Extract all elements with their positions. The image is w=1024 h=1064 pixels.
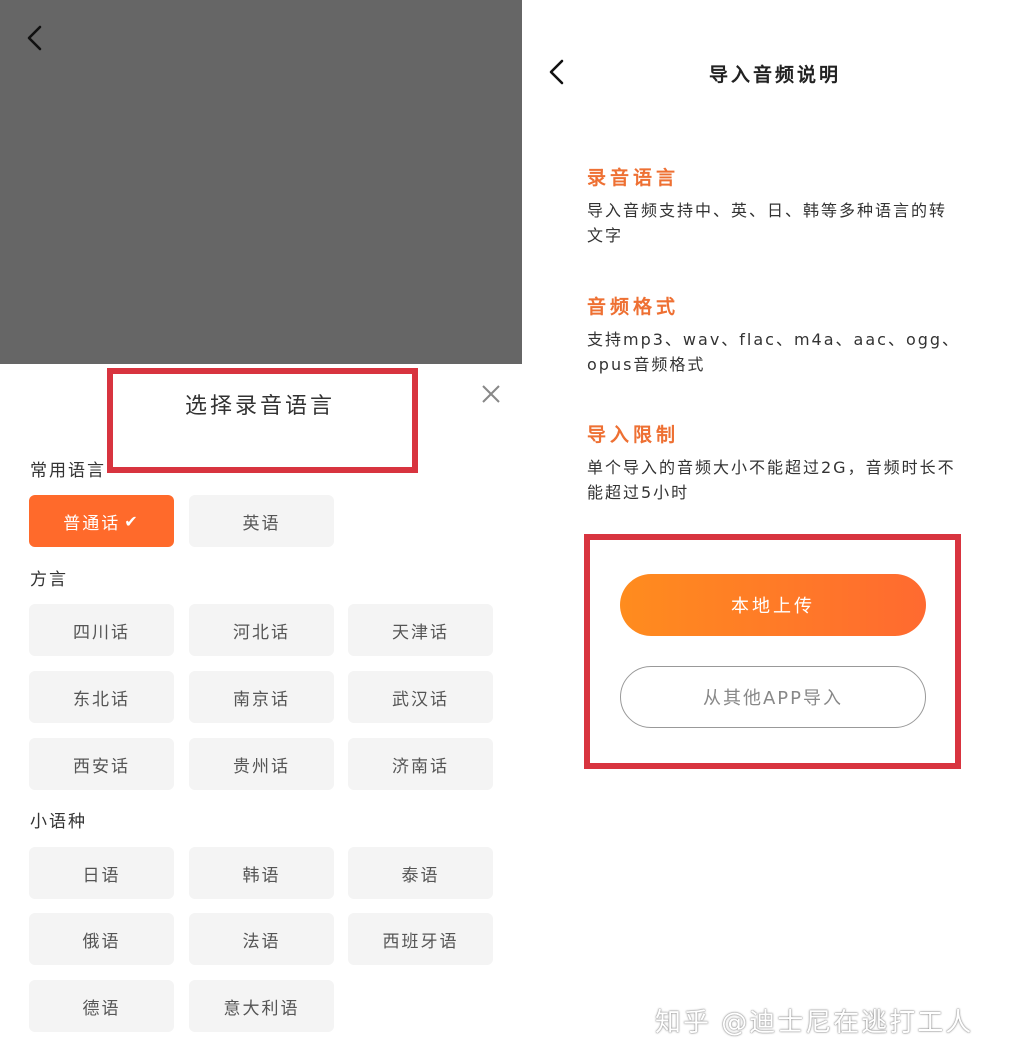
chip-label: 南京话 [233, 689, 290, 710]
chip-xian[interactable]: 西安话 [29, 738, 174, 790]
chip-label: 武汉话 [392, 689, 449, 710]
chip-label: 四川话 [73, 622, 130, 643]
chip-french[interactable]: 法语 [189, 913, 334, 965]
chip-label: 意大利语 [223, 998, 300, 1019]
chip-russian[interactable]: 俄语 [29, 913, 174, 965]
chip-label: 韩语 [242, 865, 281, 886]
chip-dongbei[interactable]: 东北话 [29, 671, 174, 723]
chip-mandarin[interactable]: 普通话 ✔ [29, 495, 174, 547]
highlight-box-buttons [584, 534, 961, 769]
watermark: 知乎 @迪士尼在逃打工人 [655, 1008, 974, 1038]
chip-japanese[interactable]: 日语 [29, 847, 174, 899]
chip-label: 贵州话 [233, 756, 290, 777]
text-recording-language: 导入音频支持中、英、日、韩等多种语言的转文字 [587, 201, 948, 245]
chip-label: 河北话 [233, 622, 290, 643]
chip-german[interactable]: 德语 [29, 980, 174, 1032]
chip-label: 俄语 [82, 931, 121, 952]
checkmark-icon: ✔ [124, 511, 140, 531]
import-audio-info-screen [522, 0, 1024, 1064]
chip-hebei[interactable]: 河北话 [189, 604, 334, 656]
chip-english[interactable]: 英语 [189, 495, 334, 547]
chip-thai[interactable]: 泰语 [348, 847, 493, 899]
chip-guizhou[interactable]: 贵州话 [189, 738, 334, 790]
close-icon[interactable] [480, 383, 502, 405]
section-label-minor: 小语种 [30, 812, 87, 832]
chip-label: 普通话 [63, 513, 121, 534]
heading-import-limit: 导入限制 [587, 424, 680, 446]
chevron-left-icon[interactable] [546, 58, 568, 86]
section-label-common: 常用语言 [30, 461, 106, 481]
chip-label: 济南话 [392, 756, 449, 777]
page-title: 导入音频说明 [708, 64, 841, 86]
chip-spanish[interactable]: 西班牙语 [348, 913, 493, 965]
chip-wuhan[interactable]: 武汉话 [348, 671, 493, 723]
chip-label: 西安话 [73, 756, 130, 777]
chip-korean[interactable]: 韩语 [189, 847, 334, 899]
chip-label: 西班牙语 [382, 931, 459, 952]
heading-audio-format: 音频格式 [587, 296, 680, 318]
highlight-box-title [107, 368, 418, 473]
dimmed-overlay[interactable] [0, 0, 522, 364]
heading-recording-language: 录音语言 [587, 167, 680, 189]
chip-label: 东北话 [73, 689, 130, 710]
chip-label: 法语 [242, 931, 281, 952]
chip-label: 天津话 [392, 622, 449, 643]
chip-jinan[interactable]: 济南话 [348, 738, 493, 790]
chip-label: 英语 [242, 513, 281, 534]
section-label-dialect: 方言 [30, 570, 68, 590]
chevron-left-icon[interactable] [24, 24, 46, 52]
chip-sichuan[interactable]: 四川话 [29, 604, 174, 656]
language-picker-screen: 选择录音语言 常用语言 普通话 ✔ 英语 方言 四川话 河北话 天津话 东北话 … [0, 0, 522, 1064]
chip-tianjin[interactable]: 天津话 [348, 604, 493, 656]
text-audio-format: 支持mp3、wav、flac、m4a、aac、ogg、opus音频格式 [587, 330, 961, 374]
chip-label: 日语 [82, 865, 121, 886]
chip-label: 德语 [82, 998, 121, 1019]
text-import-limit: 单个导入的音频大小不能超过2G，音频时长不能超过5小时 [587, 458, 956, 502]
chip-label: 泰语 [401, 865, 440, 886]
chip-nanjing[interactable]: 南京话 [189, 671, 334, 723]
chip-italian[interactable]: 意大利语 [189, 980, 334, 1032]
